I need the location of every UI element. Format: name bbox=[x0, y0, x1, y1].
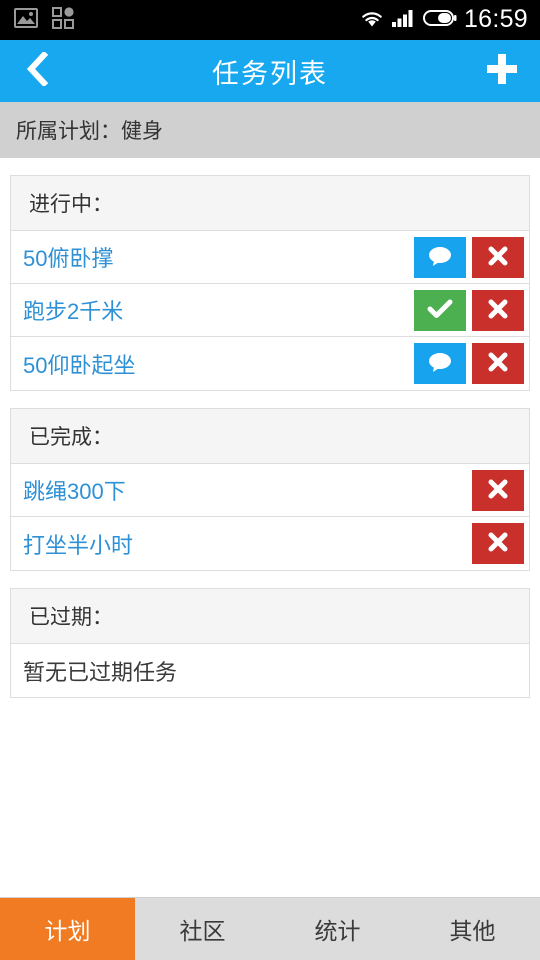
task-row-actions bbox=[472, 469, 524, 511]
close-x-icon bbox=[486, 297, 510, 324]
task-delete-button[interactable] bbox=[472, 523, 524, 564]
tab-0[interactable]: 计划 bbox=[0, 898, 135, 960]
task-row-actions bbox=[472, 523, 524, 564]
task-name: 50俯卧撑 bbox=[23, 246, 114, 271]
task-name: 跑步2千米 bbox=[23, 299, 124, 324]
close-x-icon bbox=[486, 477, 510, 504]
task-section-card: 进行中： 50俯卧撑跑步2千米 50仰卧起坐 bbox=[10, 175, 530, 391]
tab-label: 计划 bbox=[44, 918, 91, 944]
tab-1[interactable]: 社区 bbox=[135, 898, 270, 960]
comment-bubble-icon bbox=[427, 245, 453, 270]
task-sections: 进行中： 50俯卧撑跑步2千米 50仰卧起坐已完成： 跳绳300下 打坐半小时已过期： 暂… bbox=[0, 175, 540, 698]
image-icon bbox=[14, 7, 38, 33]
task-delete-button[interactable] bbox=[472, 289, 524, 331]
task-delete-button[interactable] bbox=[472, 236, 524, 278]
section-heading: 已过期： bbox=[11, 589, 529, 644]
task-name: 打坐半小时 bbox=[23, 532, 134, 558]
task-row[interactable]: 50俯卧撑 bbox=[11, 231, 529, 284]
task-name: 跳绳300下 bbox=[23, 479, 126, 504]
status-bar: 16:59 bbox=[0, 0, 540, 40]
tab-label: 社区 bbox=[179, 918, 226, 944]
task-row-actions bbox=[414, 289, 524, 331]
chevron-left-icon bbox=[25, 50, 51, 91]
task-row[interactable]: 打坐半小时 bbox=[11, 517, 529, 570]
task-section-card: 已过期： 暂无已过期任务 bbox=[10, 588, 530, 698]
close-x-icon bbox=[486, 350, 510, 377]
section-heading: 已完成： bbox=[11, 409, 529, 464]
plan-bar: 所属计划：健身 bbox=[0, 102, 540, 158]
status-bar-clock: 16:59 bbox=[463, 4, 528, 33]
close-x-icon bbox=[486, 244, 510, 271]
task-delete-button[interactable] bbox=[472, 469, 524, 511]
task-complete-button[interactable] bbox=[414, 289, 466, 331]
task-name: 50仰卧起坐 bbox=[23, 352, 136, 378]
tab-label: 统计 bbox=[314, 918, 361, 944]
task-row-actions bbox=[414, 236, 524, 278]
plus-icon bbox=[485, 52, 519, 91]
tab-label: 其他 bbox=[449, 918, 496, 944]
status-bar-right-icons: 16:59 bbox=[359, 4, 528, 34]
task-row[interactable]: 暂无已过期任务 bbox=[11, 644, 529, 697]
close-x-icon bbox=[486, 530, 510, 557]
signal-icon bbox=[391, 8, 416, 33]
wifi-icon bbox=[359, 8, 385, 33]
tab-2[interactable]: 统计 bbox=[270, 898, 405, 960]
app-header: 任务列表 bbox=[0, 40, 540, 102]
section-heading: 进行中： bbox=[11, 176, 529, 231]
add-task-button[interactable] bbox=[480, 46, 524, 96]
task-row[interactable]: 跑步2千米 bbox=[11, 284, 529, 337]
plan-bar-label: 所属计划：健身 bbox=[16, 120, 163, 143]
task-comment-button[interactable] bbox=[414, 236, 466, 278]
task-row[interactable]: 50仰卧起坐 bbox=[11, 337, 529, 390]
comment-bubble-icon bbox=[427, 351, 453, 376]
task-delete-button[interactable] bbox=[472, 343, 524, 384]
empty-state-text: 暂无已过期任务 bbox=[23, 659, 178, 685]
bottom-tab-bar: 计划 社区 统计 其他 bbox=[0, 897, 540, 960]
apps-grid-icon bbox=[52, 6, 74, 34]
task-row[interactable]: 跳绳300下 bbox=[11, 464, 529, 517]
task-section-card: 已完成： 跳绳300下 打坐半小时 bbox=[10, 408, 530, 571]
tab-3[interactable]: 其他 bbox=[405, 898, 540, 960]
check-icon bbox=[427, 298, 453, 323]
page-title: 任务列表 bbox=[212, 58, 328, 89]
status-bar-left-icons bbox=[14, 6, 74, 34]
back-button[interactable] bbox=[16, 46, 60, 96]
task-comment-button[interactable] bbox=[414, 343, 466, 384]
task-row-actions bbox=[414, 343, 524, 384]
battery-icon bbox=[422, 9, 457, 32]
